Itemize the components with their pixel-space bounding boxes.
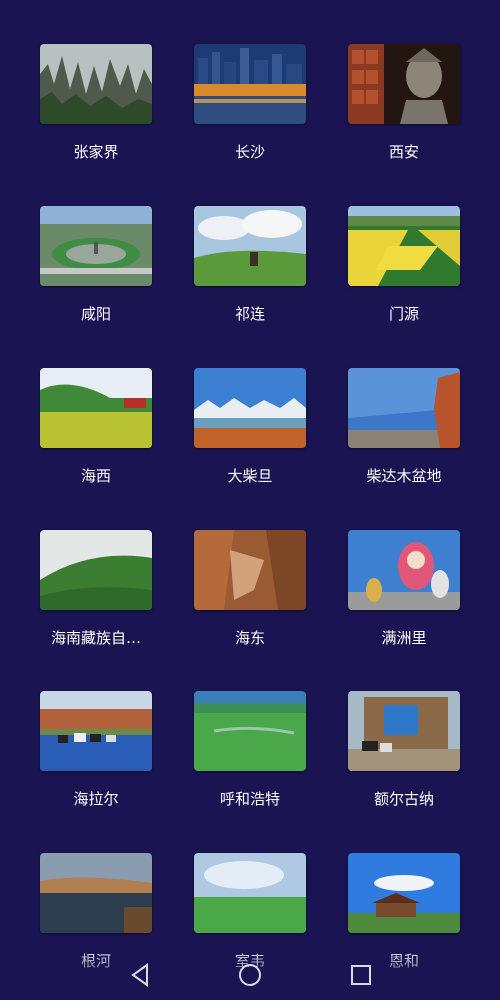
tile-label: 海西 [80, 467, 111, 485]
xianyang-aerial-photo [40, 206, 152, 286]
system-navigation-bar [0, 948, 500, 1000]
menyuan-rapeseed-photo [348, 206, 460, 286]
destination-tile[interactable]: 柴达木盆地 [330, 368, 470, 518]
app-screen: 张家界 长沙 西安 咸阳 祁连 门源 海西 大柴旦 柴达木盆地 海南藏族自… 海… [0, 0, 500, 1000]
tile-label: 大柴旦 [227, 467, 273, 485]
destination-tile[interactable]: 满洲里 [330, 530, 470, 680]
destination-tile[interactable]: 海东 [176, 530, 316, 680]
manzhouli-matryoshka-photo [348, 530, 460, 610]
destination-tile[interactable]: 海西 [22, 368, 162, 518]
square-recents-icon[interactable] [346, 960, 376, 990]
destination-tile[interactable]: 额尔古纳 [330, 691, 470, 841]
dachaidan-lake-photo [194, 368, 306, 448]
tile-label: 咸阳 [80, 305, 111, 323]
destination-tile[interactable]: 海拉尔 [22, 691, 162, 841]
tile-label: 海东 [234, 629, 265, 647]
destination-tile[interactable]: 西安 [330, 44, 470, 194]
genhe-river-photo [40, 853, 152, 933]
destination-tile[interactable]: 咸阳 [22, 206, 162, 356]
haixi-field-photo [40, 368, 152, 448]
tile-label: 西安 [388, 143, 419, 161]
tile-label: 祁连 [234, 305, 265, 323]
destination-tile[interactable]: 大柴旦 [176, 368, 316, 518]
hainan-mountain-photo [40, 530, 152, 610]
enhe-village-photo [348, 853, 460, 933]
qaidam-basin-photo [348, 368, 460, 448]
zhangjiajie-photo [40, 44, 152, 124]
circle-home-icon[interactable] [235, 960, 265, 990]
erguna-log-cabin-photo [348, 691, 460, 771]
destination-tile[interactable]: 祁连 [176, 206, 316, 356]
qilian-grassland-photo [194, 206, 306, 286]
destination-tile[interactable]: 门源 [330, 206, 470, 356]
terracotta-warrior-photo [348, 44, 460, 124]
destination-tile[interactable]: 呼和浩特 [176, 691, 316, 841]
tile-label: 海拉尔 [73, 790, 119, 808]
tile-label: 满洲里 [381, 629, 427, 647]
shiwei-meadow-photo [194, 853, 306, 933]
triangle-back-icon[interactable] [125, 960, 155, 990]
destination-tile[interactable]: 张家界 [22, 44, 162, 194]
tile-label: 海南藏族自… [50, 629, 141, 647]
hohhot-grassland-photo [194, 691, 306, 771]
tile-label: 呼和浩特 [219, 790, 280, 808]
haidong-canyon-photo [194, 530, 306, 610]
tile-label: 柴达木盆地 [366, 467, 442, 485]
tile-label: 长沙 [234, 143, 265, 161]
tile-label: 门源 [388, 305, 419, 323]
tile-label: 额尔古纳 [373, 790, 434, 808]
changsha-night-photo [194, 44, 306, 124]
destination-tile[interactable]: 长沙 [176, 44, 316, 194]
destination-tile[interactable]: 海南藏族自… [22, 530, 162, 680]
hailar-cattle-river-photo [40, 691, 152, 771]
tile-label: 张家界 [73, 143, 119, 161]
